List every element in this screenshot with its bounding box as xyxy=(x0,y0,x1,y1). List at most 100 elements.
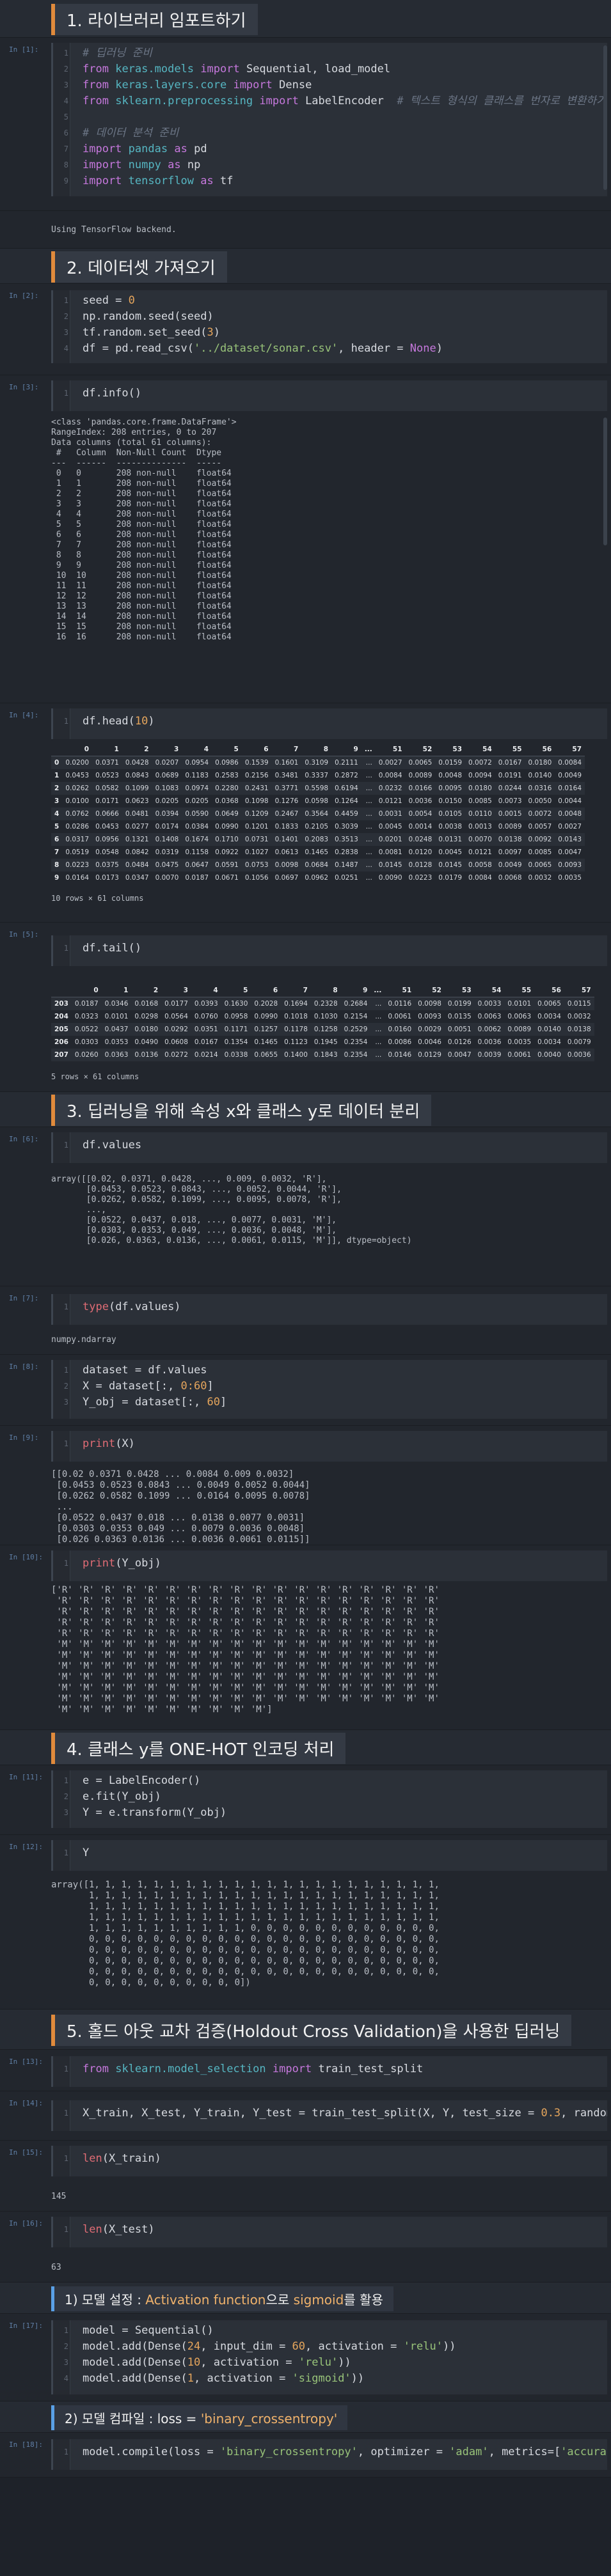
table-cell: 0.1056 xyxy=(244,874,269,882)
table-cell: 0.1123 xyxy=(284,1038,308,1046)
code-cell-encoder[interactable]: In [11]: 1e = LabelEncoder() 2 e.fit(Y_ob… xyxy=(0,1765,611,1835)
code-editor[interactable]: 1 print(Y_obj) xyxy=(51,1550,607,1581)
code-cell-values[interactable]: In [6]: 1 df.values array([[0.02, 0.0371,… xyxy=(0,1127,611,1286)
code-editor[interactable]: 1 seed = 0 2 np.random.seed(seed) 3 tf.rand… xyxy=(51,290,607,363)
table-cell: 0.0843 xyxy=(125,772,149,779)
table-cell: 0.0205 xyxy=(185,797,209,805)
cell-output: 145 xyxy=(51,2192,67,2201)
table-cell: 0.0548 xyxy=(95,848,119,856)
table-cell: 0.0040 xyxy=(537,1051,561,1059)
table-cell: 0.0490 xyxy=(134,1038,159,1046)
code-editor[interactable]: 1 df.info() xyxy=(51,380,607,411)
section-header-holdout[interactable]: 5. 홀드 아웃 교차 검증(Holdout Cross Validation)… xyxy=(0,2010,611,2050)
code-cell-print-y[interactable]: In [10]: 1 print(Y_obj) ['R' 'R' 'R' 'R' … xyxy=(0,1545,611,1730)
code-editor[interactable]: 1 dataset = df.values 2X = dataset[:, 0:6… xyxy=(51,1360,607,1419)
section-header-split[interactable]: 3. 딥러닝을 위해 속성 x와 클래스 y로 데이터 분리 xyxy=(0,1092,611,1127)
table-cell: ... xyxy=(365,823,372,831)
code-editor[interactable]: 1 # 딥러닝 준비 2 from keras.models import Sequ… xyxy=(51,43,607,196)
column-header: 9 xyxy=(340,984,371,997)
table-cell: 0.3771 xyxy=(274,785,299,792)
table-cell: ... xyxy=(365,772,372,779)
code-editor[interactable]: 1Y xyxy=(51,1840,607,1871)
code-cell-model[interactable]: In [17]: 1 model = Sequential() 2 model.ad… xyxy=(0,2314,611,2401)
code-editor[interactable]: 1 len(X_train) xyxy=(51,2146,607,2176)
code-cell-imports[interactable]: In [1]: 1 # 딥러닝 준비 2 from keras.models imp… xyxy=(0,38,611,211)
scrollbar[interactable] xyxy=(603,45,607,190)
table-cell: 0.0174 xyxy=(155,823,179,831)
table-cell: 0.1183 xyxy=(185,772,209,779)
table-cell: 0.0089 xyxy=(507,1026,532,1033)
table-cell: 0.0145 xyxy=(438,861,463,869)
section-title: 3. 딥러닝을 위해 속성 x와 클래스 y로 데이터 분리 xyxy=(51,1095,432,1126)
scrollbar[interactable] xyxy=(603,418,607,545)
table-row: 1 0.0453 0.0523 0.0843 0.0689 0.1183 0.2583 0.2… xyxy=(51,769,585,782)
table-cell: 0.0323 xyxy=(74,1013,99,1020)
subsection-model-compile[interactable]: 2) 모델 컴파일 : loss = 'binary_crossentropy' xyxy=(0,2401,611,2433)
table-cell: 0.0138 xyxy=(567,1026,591,1033)
code-cell-print-x[interactable]: In [9]: 1 print(X) [[0.02 0.0371 0.0428 .… xyxy=(0,1426,611,1545)
column-header: ... xyxy=(361,743,376,756)
cell-prompt: In [18]: xyxy=(9,2440,43,2449)
table-cell: 0.0098 xyxy=(418,1000,441,1008)
table-cell: 0.0070 xyxy=(155,874,179,882)
table-cell: 0.0753 xyxy=(244,861,269,869)
code-cell-len-train[interactable]: In [15]: 1 len(X_train) 145 xyxy=(0,2141,611,2212)
code-cell-seed[interactable]: In [2]: 1 seed = 0 2 np.random.seed(seed) … xyxy=(0,284,611,375)
table-cell: 0.0013 xyxy=(468,823,492,831)
code-editor[interactable]: 1 df.tail() xyxy=(51,935,607,966)
table-cell: ... xyxy=(365,861,372,869)
table-cell: 0.0191 xyxy=(498,772,522,779)
table-cell: 0.0126 xyxy=(447,1038,472,1046)
table-cell: 0.1630 xyxy=(224,1000,248,1008)
table-row: 203 0.0187 0.0346 0.0168 0.0177 0.0393 0.1630 0… xyxy=(51,997,594,1010)
code-editor[interactable]: 1 model = Sequential() 2 model.add(Dense(2… xyxy=(51,2320,607,2394)
code-editor[interactable]: 1 model.compile(loss = 'binary_crossentro… xyxy=(51,2439,607,2470)
table-cell: 0.0647 xyxy=(185,861,209,869)
code-cell-tts-call[interactable]: In [14]: 1 X_train, X_test, Y_train, Y_te… xyxy=(0,2091,611,2141)
code-cell-type[interactable]: In [7]: 1 type(df.values) numpy.ndarray xyxy=(0,1286,611,1355)
table-cell: 0.0453 xyxy=(65,772,90,779)
code-cell-info[interactable]: In [3]: 1 df.info() <class 'pandas.core.f… xyxy=(0,375,611,703)
table-cell: 0.0608 xyxy=(164,1038,188,1046)
code-cell-import-tts[interactable]: In [13]: 1 from sklearn.model_selection i… xyxy=(0,2050,611,2091)
cell-output: array([[0.02, 0.0371, 0.0428, ..., 0.009… xyxy=(51,1175,412,1245)
table-cell: 0.0044 xyxy=(558,797,582,805)
table-cell: ... xyxy=(365,797,372,805)
row-index: 205 xyxy=(54,1026,68,1033)
table-cell: ... xyxy=(375,1038,382,1046)
code-editor[interactable]: 1 X_train, X_test, Y_train, Y_test = trai… xyxy=(51,2100,607,2131)
code-cell-y[interactable]: In [12]: 1Y array([1, 1, 1, 1, 1, 1, 1, … xyxy=(0,1835,611,2010)
column-header: 5 xyxy=(212,743,242,756)
subsection-model-setup[interactable]: 1) 모델 설정 : Activation function으로 sigmoid… xyxy=(0,2283,611,2314)
table-row: 9 0.0164 0.0173 0.0347 0.0070 0.0187 0.0671 0.1… xyxy=(51,871,585,884)
table-cell: 0.0199 xyxy=(447,1000,472,1008)
section-header-dataset[interactable]: 2. 데이터셋 가져오기 xyxy=(0,249,611,284)
code-editor[interactable]: 1 df.values xyxy=(51,1132,607,1163)
code-cell-compile[interactable]: In [18]: 1 model.compile(loss = 'binary_c… xyxy=(0,2433,611,2478)
table-cell: 0.2354 xyxy=(344,1038,368,1046)
table-cell: 0.0956 xyxy=(95,836,119,843)
code-editor[interactable]: 1 type(df.values) xyxy=(51,1294,607,1325)
table-cell: 0.0085 xyxy=(468,797,492,805)
code-editor[interactable]: 1 df.head(10) xyxy=(51,708,607,739)
table-cell: 0.0034 xyxy=(537,1038,561,1046)
table-cell: 0.1018 xyxy=(284,1013,308,1020)
table-row: 4 0.0762 0.0666 0.0481 0.0394 0.0590 0.0649 0.1… xyxy=(51,808,585,820)
table-cell: ... xyxy=(365,785,372,792)
code-editor[interactable]: 1e = LabelEncoder() 2 e.fit(Y_obj) 3Y = e… xyxy=(51,1770,607,1828)
table-cell: 0.1209 xyxy=(244,810,269,818)
code-cell-head[interactable]: In [4]: 1 df.head(10) 0 1 2 3 4 5 6 7 8 9... 51 52 53… xyxy=(0,703,611,923)
section-header-imports[interactable]: 1. 라이브러리 임포트하기 xyxy=(0,0,611,38)
code-cell-len-test[interactable]: In [16]: 1 len(X_test) 63 xyxy=(0,2212,611,2283)
table-cell: 0.2838 xyxy=(335,848,358,856)
code-cell-split[interactable]: In [8]: 1 dataset = df.values 2X = datase… xyxy=(0,1355,611,1426)
code-editor[interactable]: 1 print(X) xyxy=(51,1431,607,1462)
code-editor[interactable]: 1 len(X_test) xyxy=(51,2217,607,2247)
section-header-onehot[interactable]: 4. 클래스 y를 ONE-HOT 인코딩 처리 xyxy=(0,1730,611,1765)
table-cell: 0.0437 xyxy=(104,1026,129,1033)
table-cell: 0.0384 xyxy=(185,823,209,831)
code-editor[interactable]: 1 from sklearn.model_selection import tra… xyxy=(51,2056,607,2087)
code-cell-tail[interactable]: In [5]: 1 df.tail() 0 1 2 3 4 5 6 7 8 9... 51 52 53 54… xyxy=(0,923,611,1092)
table-cell: 0.0047 xyxy=(558,848,582,856)
column-header: 57 xyxy=(564,984,594,997)
